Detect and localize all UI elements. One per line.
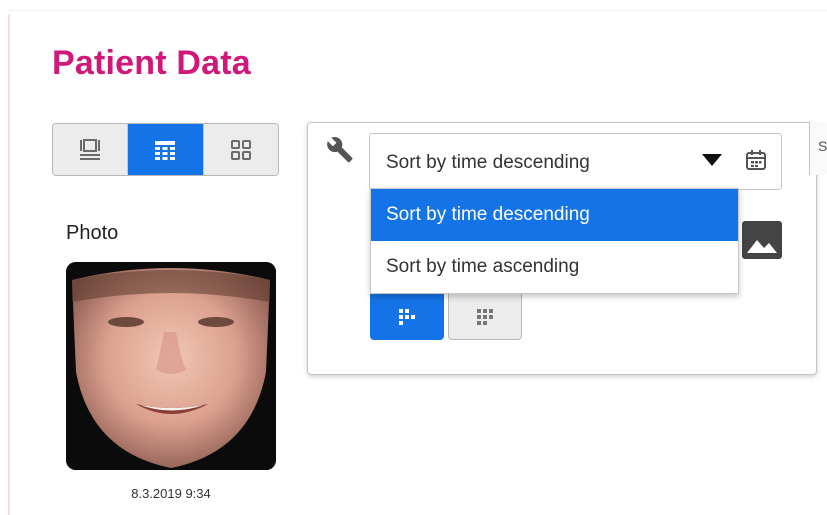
sort-option-ascending[interactable]: Sort by time ascending — [371, 241, 738, 292]
top-divider — [8, 10, 827, 11]
photo-label: Photo — [66, 222, 119, 244]
list-view-icon — [155, 140, 176, 160]
grid-layout-button[interactable] — [448, 293, 522, 340]
compact-layout-button[interactable] — [370, 293, 444, 340]
adjacent-panel-edge: S — [809, 122, 827, 175]
sort-dropdown-menu: Sort by time descending Sort by time asc… — [370, 188, 739, 294]
wrench-icon[interactable] — [327, 136, 355, 164]
grid-view-icon — [230, 139, 251, 160]
layout-toggle — [370, 293, 523, 342]
page-title: Patient Data — [52, 44, 251, 82]
list-view-button[interactable] — [128, 124, 204, 175]
sort-option-descending[interactable]: Sort by time descending — [371, 189, 738, 241]
photo-date: 8.3.2019 9:34 — [131, 486, 211, 501]
sort-selected-value: Sort by time descending — [386, 152, 590, 173]
chevron-down-icon[interactable] — [702, 154, 722, 166]
calendar-icon[interactable] — [744, 148, 768, 172]
grid-view-button[interactable] — [203, 124, 278, 175]
left-divider — [8, 14, 10, 515]
single-view-icon — [80, 138, 101, 160]
image-icon[interactable] — [741, 220, 783, 260]
single-view-button[interactable] — [53, 124, 129, 175]
compact-layout-icon — [399, 308, 415, 325]
dots-grid-icon — [477, 308, 493, 325]
view-mode-toggle — [52, 123, 279, 176]
patient-photo[interactable] — [66, 262, 276, 470]
sort-order-select[interactable]: Sort by time descending — [369, 133, 782, 190]
